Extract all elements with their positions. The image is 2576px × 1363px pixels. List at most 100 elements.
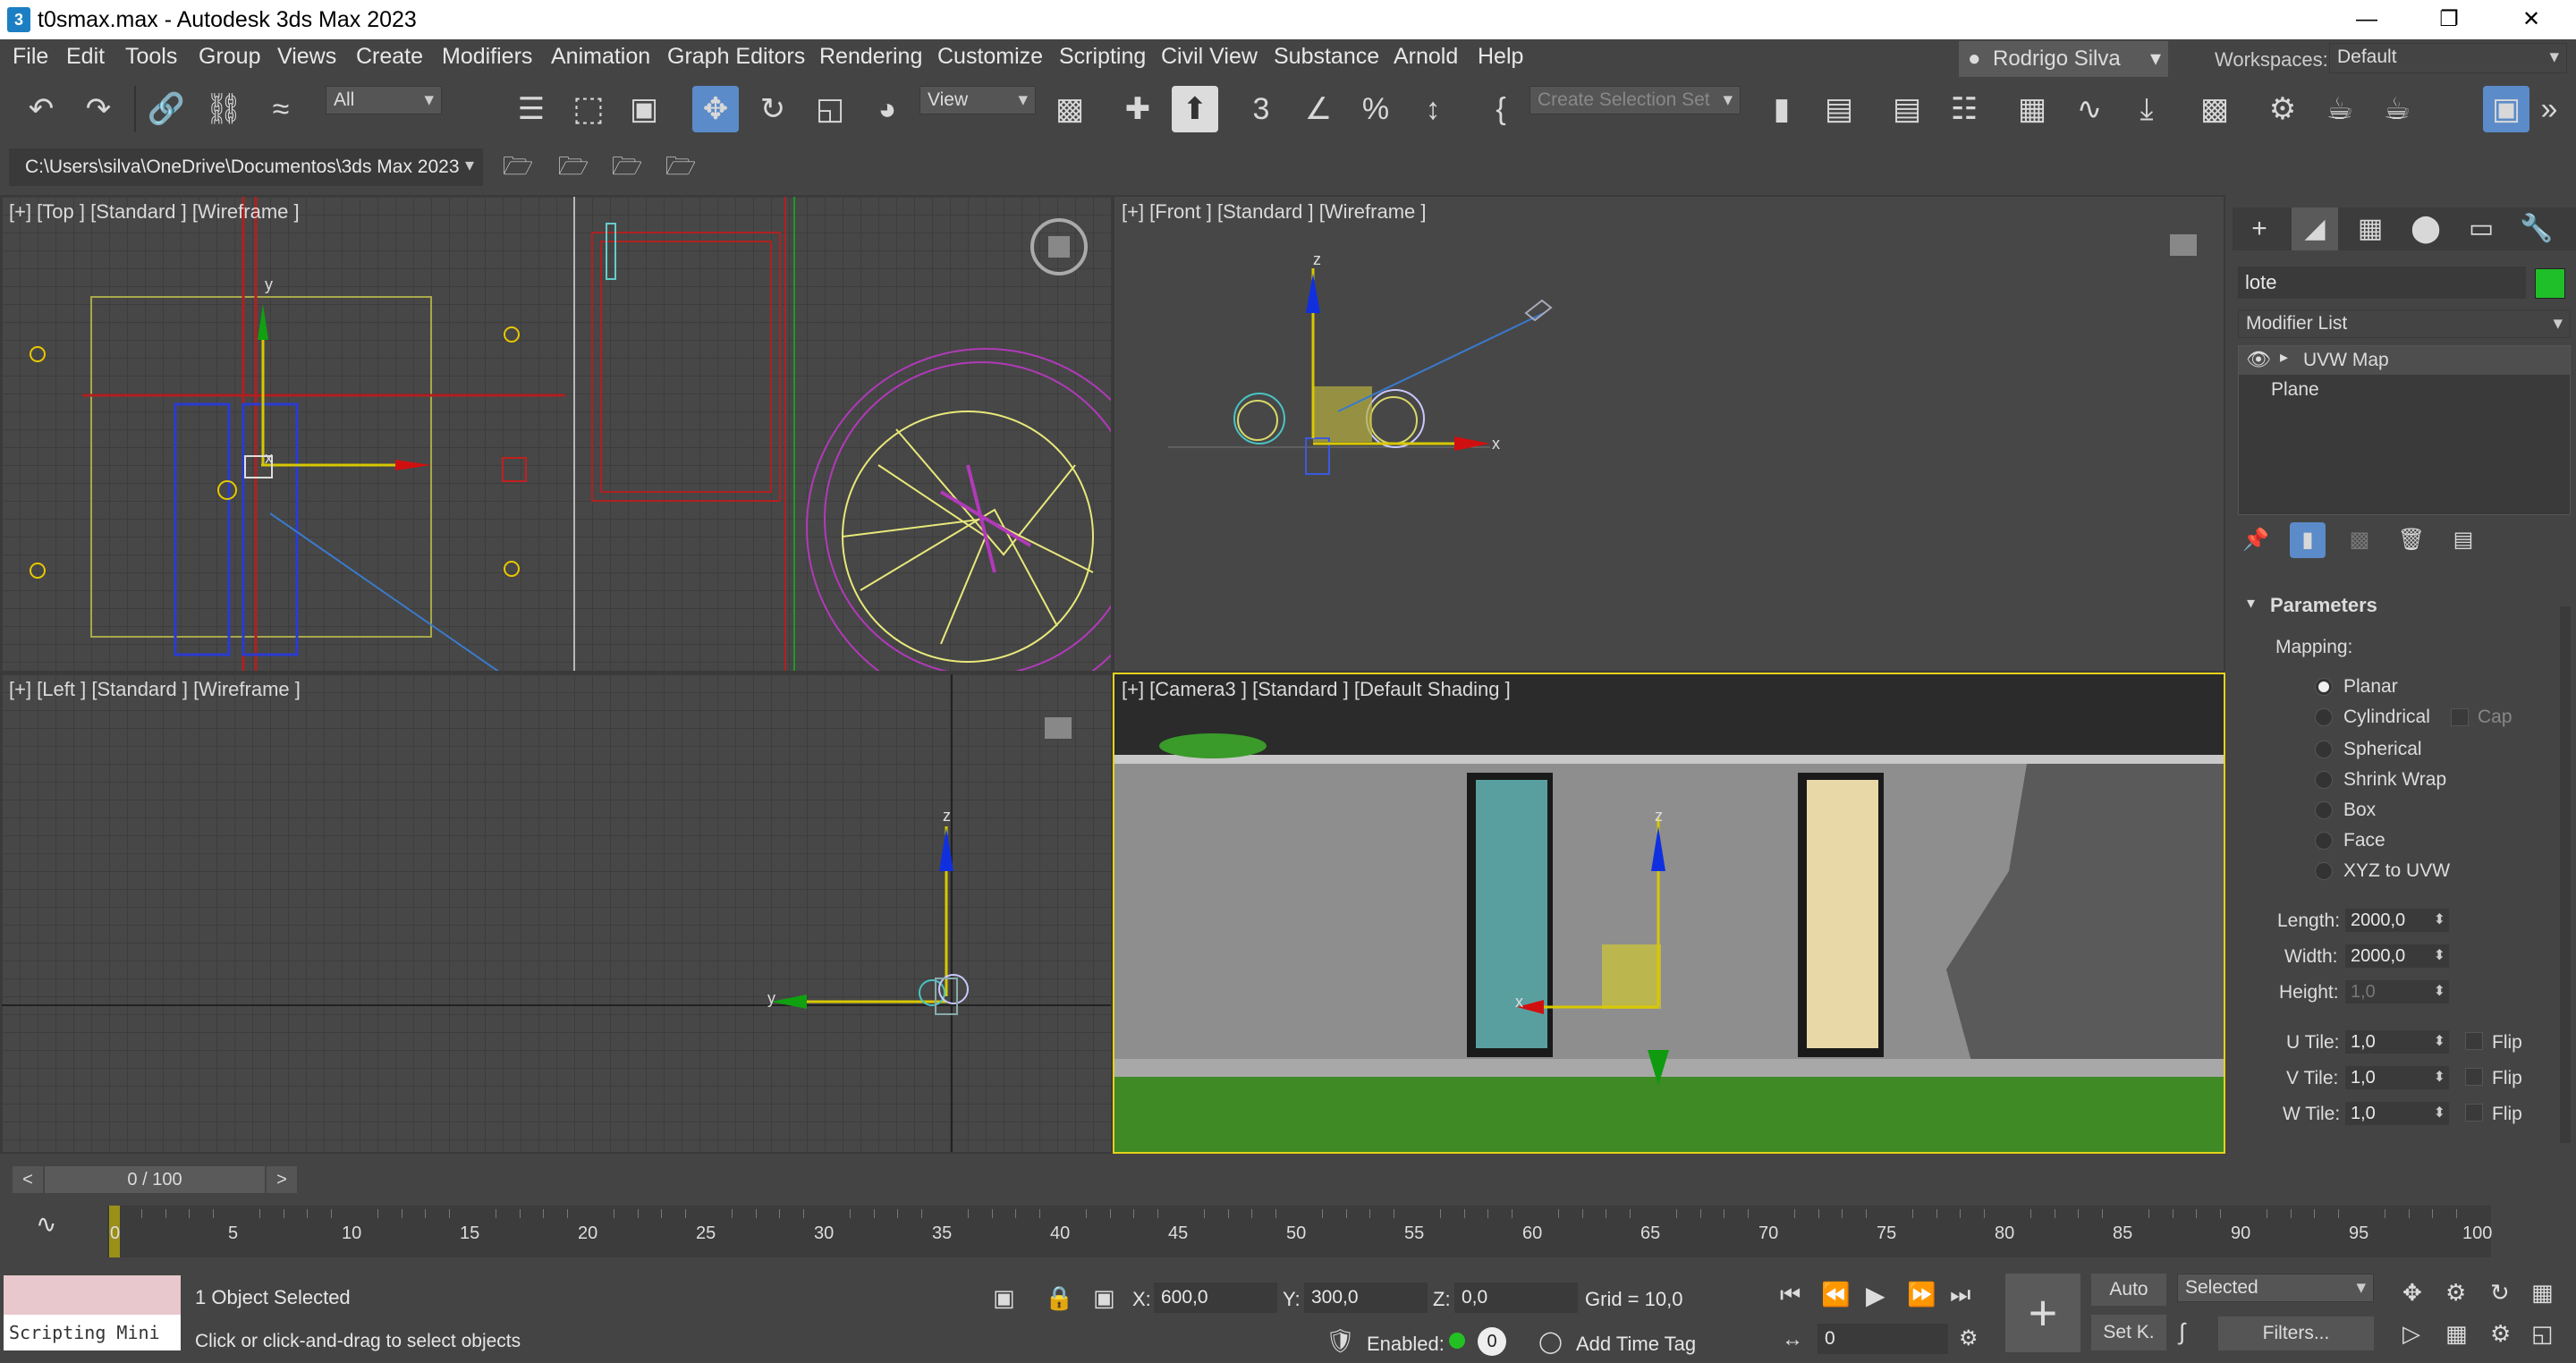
modify-tab-icon[interactable]: ◢ — [2292, 207, 2338, 250]
keyboard-shortcut-override-icon[interactable]: ⬆ — [1172, 86, 1218, 132]
project-path[interactable]: C:\Users\silva\OneDrive\Documentos\3ds M… — [9, 148, 483, 186]
curve-editor-mini-icon[interactable]: ∿ — [36, 1209, 56, 1239]
arnold-render-icon[interactable]: ▣ — [2483, 86, 2529, 132]
mapping-cylindrical-radio[interactable] — [2315, 708, 2333, 726]
adaptive-degradation-icon[interactable]: 🛡 — [1326, 1327, 1355, 1355]
create-folder-icon[interactable]: 🗁 — [606, 143, 648, 184]
mapping-spherical-radio[interactable] — [2315, 741, 2333, 758]
select-by-name-icon[interactable]: ⬚ — [565, 86, 612, 132]
enabled-counter[interactable]: 0 — [1478, 1327, 1506, 1356]
modifier-stack-item-plane[interactable]: Plane — [2239, 377, 2570, 403]
zoom-extents-icon[interactable]: ✥ — [2402, 1279, 2422, 1307]
default-tangents-icon[interactable]: ∫ — [2179, 1318, 2185, 1346]
menu-file[interactable]: File — [13, 44, 48, 70]
motion-tab-icon[interactable]: ⬤ — [2402, 207, 2449, 250]
menu-rendering[interactable]: Rendering — [819, 44, 922, 70]
mirror-icon[interactable]: ▮ — [1758, 86, 1805, 132]
menu-arnold[interactable]: Arnold — [1394, 44, 1458, 70]
time-slider[interactable]: 0 / 100 — [45, 1166, 265, 1193]
menu-tools[interactable]: Tools — [125, 44, 177, 70]
menu-animation[interactable]: Animation — [551, 44, 650, 70]
viewport-camera[interactable]: z x [+] [Camera3 ] [Standard ] [Default … — [1113, 673, 2225, 1154]
layer-explorer-icon[interactable]: ☷ — [1941, 86, 1987, 132]
undo-icon[interactable]: ↶ — [18, 86, 64, 132]
chevron-down-icon[interactable]: ▾ — [465, 154, 474, 176]
auto-key-button[interactable]: Auto — [2091, 1274, 2166, 1306]
user-account[interactable]: ● Rodrigo Silva ▾ — [1959, 41, 2168, 77]
restore-icon[interactable]: ❐ — [2408, 0, 2490, 39]
unlink-icon[interactable]: ⛓ — [200, 86, 247, 132]
viewport-camera-label[interactable]: [+] [Camera3 ] [Standard ] [Default Shad… — [1122, 678, 1511, 701]
menu-graph-editors[interactable]: Graph Editors — [667, 44, 805, 70]
y-coordinate-field[interactable]: 300,0 — [1304, 1283, 1428, 1313]
key-filter-dropdown[interactable]: Selected — [2177, 1274, 2374, 1302]
play-icon[interactable]: ▶ — [1866, 1281, 1885, 1310]
select-object-icon[interactable]: ☰ — [508, 86, 555, 132]
spinner-snap-icon[interactable]: ↕ — [1410, 86, 1456, 132]
mapping-shrink-wrap-radio[interactable] — [2315, 771, 2333, 789]
v-tile-spinner[interactable]: 1,0 — [2345, 1066, 2449, 1089]
time-configuration-icon[interactable]: ⚙ — [1959, 1325, 1979, 1351]
pin-stack-icon[interactable]: 📌 — [2238, 522, 2274, 558]
curve-editor-icon[interactable]: ∿ — [2066, 86, 2113, 132]
project-folder-icon[interactable]: 🗁 — [497, 143, 538, 184]
w-flip-checkbox[interactable] — [2465, 1104, 2483, 1122]
object-color-swatch[interactable] — [2535, 268, 2565, 299]
walk-through-icon[interactable]: ▦ — [2445, 1320, 2468, 1348]
modifier-list-dropdown[interactable]: Modifier List — [2238, 309, 2571, 338]
percent-snap-icon[interactable]: % — [1352, 86, 1399, 132]
width-spinner[interactable]: 2000,0 — [2345, 944, 2449, 968]
select-place-icon[interactable]: ◕ — [864, 86, 911, 132]
snaps-toggle-icon[interactable]: 3 — [1238, 86, 1284, 132]
next-frame-button[interactable]: > — [267, 1166, 297, 1193]
menu-scripting[interactable]: Scripting — [1059, 44, 1146, 70]
toggle-ribbon-icon[interactable]: ▦ — [2009, 86, 2055, 132]
cap-checkbox[interactable] — [2451, 708, 2469, 726]
x-coordinate-field[interactable]: 600,0 — [1154, 1283, 1277, 1313]
viewport-top[interactable]: x y [+] [Top ] [Standard ] [Wireframe ] — [0, 195, 1113, 673]
scene-explorer-icon[interactable]: ▤ — [1884, 86, 1930, 132]
parameters-rollout-header[interactable]: ▾ Parameters — [2238, 592, 2571, 619]
link-icon[interactable]: 🔗 — [143, 86, 190, 132]
modifier-stack-item-uvw[interactable]: 👁 ▸ UVW Map — [2239, 346, 2570, 375]
viewport-top-label[interactable]: [+] [Top ] [Standard ] [Wireframe ] — [9, 200, 300, 224]
viewport-front[interactable]: z x [+] [Front ] [Standard ] [Wireframe … — [1113, 195, 2225, 673]
create-tab-icon[interactable]: + — [2236, 207, 2283, 250]
mapping-face-radio[interactable] — [2315, 832, 2333, 850]
utilities-tab-icon[interactable]: 🔧 — [2513, 207, 2560, 250]
pan-icon[interactable]: ▷ — [2402, 1320, 2420, 1348]
rendered-frame-window-icon[interactable]: ☕ — [2317, 86, 2363, 132]
rect-selection-icon[interactable]: ▣ — [621, 86, 667, 132]
render-setup-icon[interactable]: ⚙ — [2259, 86, 2306, 132]
maximize-viewport-icon[interactable]: ◱ — [2531, 1320, 2554, 1348]
viewport-left-label[interactable]: [+] [Left ] [Standard ] [Wireframe ] — [9, 678, 301, 701]
selection-set-dropdown[interactable]: Create Selection Set — [1530, 86, 1741, 114]
menu-group[interactable]: Group — [199, 44, 260, 70]
menu-help[interactable]: Help — [1478, 44, 1523, 70]
field-of-view-icon[interactable]: ↻ — [2490, 1279, 2510, 1307]
remove-modifier-icon[interactable]: 🗑 — [2394, 522, 2429, 558]
mapping-planar-radio[interactable] — [2315, 678, 2333, 696]
zoom-region-icon[interactable]: ⚙ — [2490, 1320, 2511, 1348]
redo-icon[interactable]: ↷ — [75, 86, 122, 132]
minimize-icon[interactable]: — — [2326, 0, 2408, 39]
configure-modifier-sets-icon[interactable]: ▤ — [2445, 522, 2481, 558]
menu-customize[interactable]: Customize — [937, 44, 1043, 70]
previous-key-icon[interactable]: ⏪ — [1821, 1281, 1850, 1308]
bind-spacewarp-icon[interactable]: ≈ — [258, 86, 304, 132]
v-flip-checkbox[interactable] — [2465, 1068, 2483, 1086]
folder-settings-icon[interactable]: 🗁 — [660, 143, 701, 184]
add-time-tag[interactable]: Add Time Tag — [1576, 1333, 1696, 1356]
maxscript-mini-input[interactable]: Scripting Mini — [4, 1315, 181, 1350]
length-spinner[interactable]: 2000,0 — [2345, 909, 2449, 932]
reference-coordinate-dropdown[interactable]: View — [919, 86, 1036, 114]
schematic-view-icon[interactable]: ⤓ — [2123, 86, 2170, 132]
more-icon[interactable]: » — [2531, 86, 2567, 132]
menu-substance[interactable]: Substance — [1274, 44, 1379, 70]
angle-snap-icon[interactable]: ∠ — [1295, 86, 1342, 132]
menu-create[interactable]: Create — [356, 44, 423, 70]
hierarchy-tab-icon[interactable]: ▦ — [2347, 207, 2394, 250]
u-tile-spinner[interactable]: 1,0 — [2345, 1030, 2449, 1054]
set-key-mode-button[interactable]: Set K. — [2091, 1315, 2166, 1350]
isolate-selection-icon[interactable]: ▣ — [993, 1284, 1015, 1312]
